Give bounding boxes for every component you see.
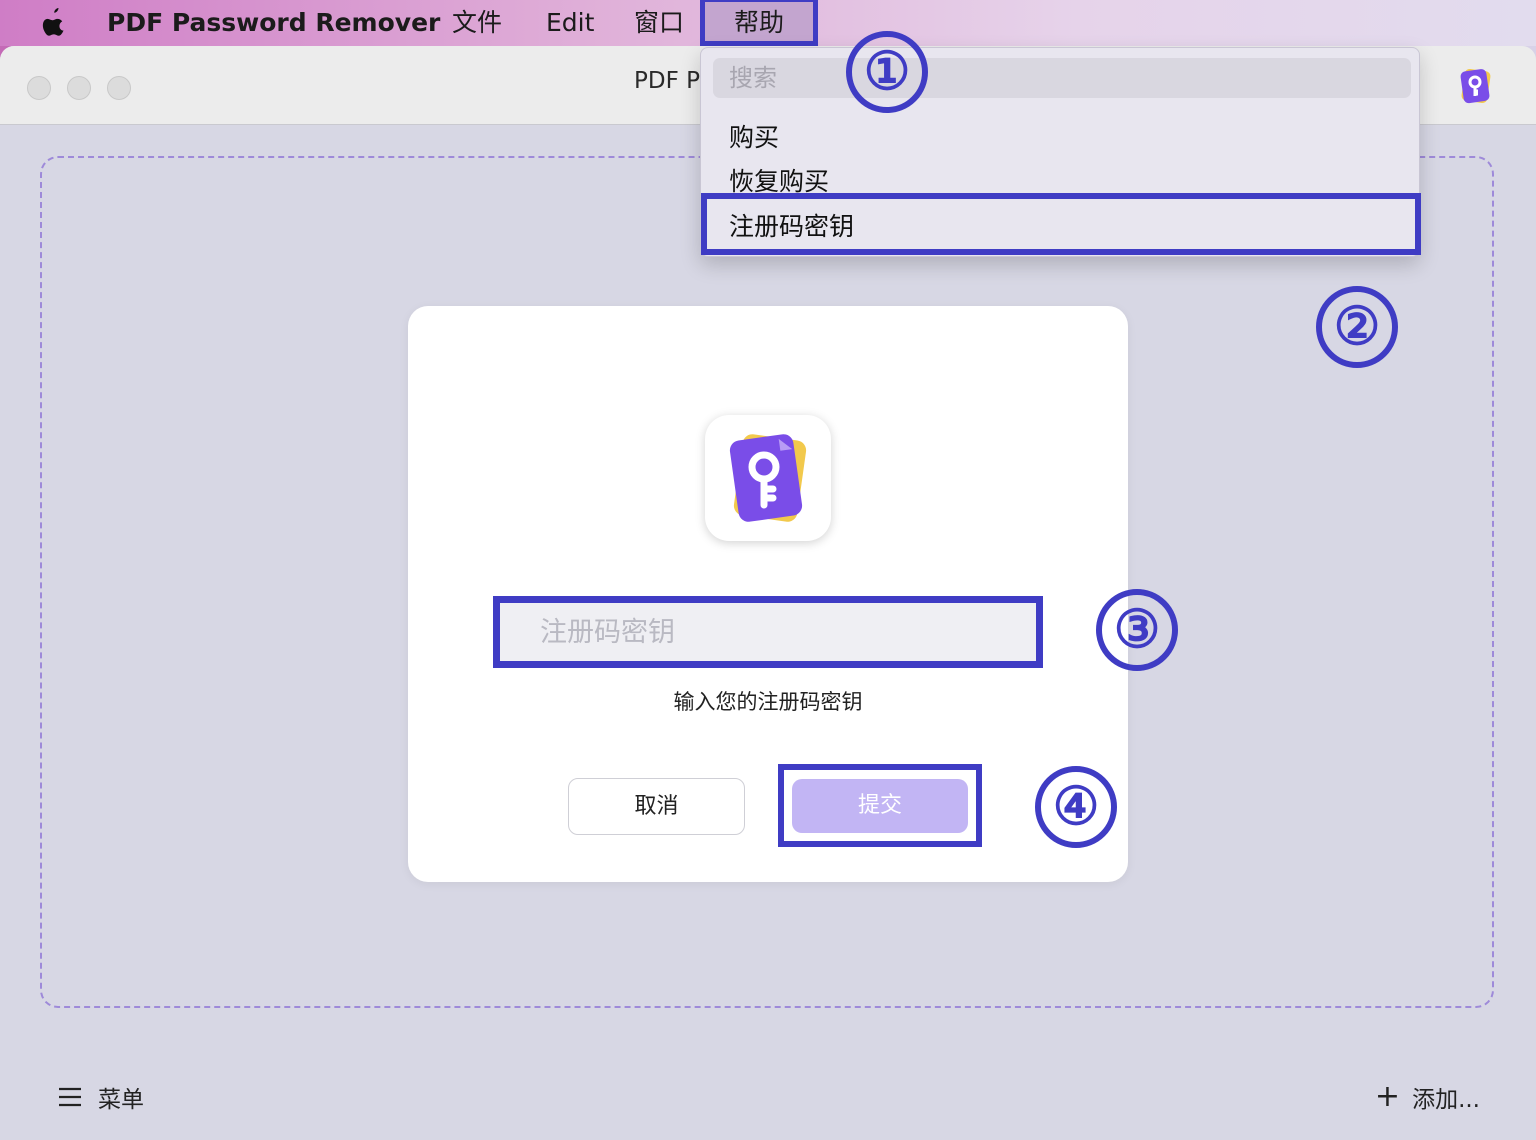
window-title: PDF P xyxy=(634,68,700,94)
registration-key-field[interactable] xyxy=(493,596,1043,668)
step-3-annotation: ③ xyxy=(1096,589,1178,671)
menu-item-buy[interactable]: 购买 xyxy=(729,118,779,154)
app-name-menu[interactable]: PDF Password Remover xyxy=(107,4,440,42)
submit-highlight-frame: 提交 xyxy=(778,764,982,847)
registration-hint-text: 输入您的注册码密钥 xyxy=(673,690,863,714)
submit-button[interactable]: 提交 xyxy=(792,779,968,833)
menu-button-label: 菜单 xyxy=(98,1087,144,1113)
menu-item-register-key[interactable]: 注册码密钥 xyxy=(701,193,1421,255)
help-dropdown-menu: 购买 恢复购买 注册码密钥 xyxy=(700,47,1421,257)
menu-button[interactable]: 菜单 xyxy=(58,1077,144,1117)
app-key-icon[interactable] xyxy=(1458,66,1494,106)
file-menu[interactable]: 文件 xyxy=(452,4,502,42)
add-files-button[interactable]: + 添加... xyxy=(1375,1077,1480,1117)
step-1-annotation: ① xyxy=(846,31,928,113)
zoom-window-button[interactable] xyxy=(107,76,131,100)
step-2-annotation: ② xyxy=(1316,286,1398,368)
menu-item-register-key-label: 注册码密钥 xyxy=(729,212,855,241)
registration-dialog: 输入您的注册码密钥 取消 提交 xyxy=(408,306,1128,882)
help-search-field[interactable] xyxy=(713,58,1411,98)
menu-bar: PDF Password Remover 文件 Edit 窗口 帮助 xyxy=(0,0,1536,46)
app-logo xyxy=(705,415,831,541)
help-search-input[interactable] xyxy=(713,58,1411,98)
step-4-annotation: ④ xyxy=(1035,766,1117,848)
apple-menu-icon[interactable] xyxy=(38,6,68,44)
app-key-icon-large xyxy=(729,434,807,522)
plus-icon: + xyxy=(1374,1079,1401,1114)
close-window-button[interactable] xyxy=(27,76,51,100)
cancel-button[interactable]: 取消 xyxy=(568,778,745,835)
hamburger-icon xyxy=(59,1087,81,1107)
window-menu[interactable]: 窗口 xyxy=(634,4,684,42)
add-files-label: 添加... xyxy=(1412,1087,1480,1113)
edit-menu[interactable]: Edit xyxy=(546,4,594,42)
registration-key-input[interactable] xyxy=(500,603,1036,661)
bottom-toolbar: 菜单 + 添加... xyxy=(0,1061,1536,1140)
help-menu[interactable]: 帮助 xyxy=(700,0,818,46)
minimize-window-button[interactable] xyxy=(67,76,91,100)
